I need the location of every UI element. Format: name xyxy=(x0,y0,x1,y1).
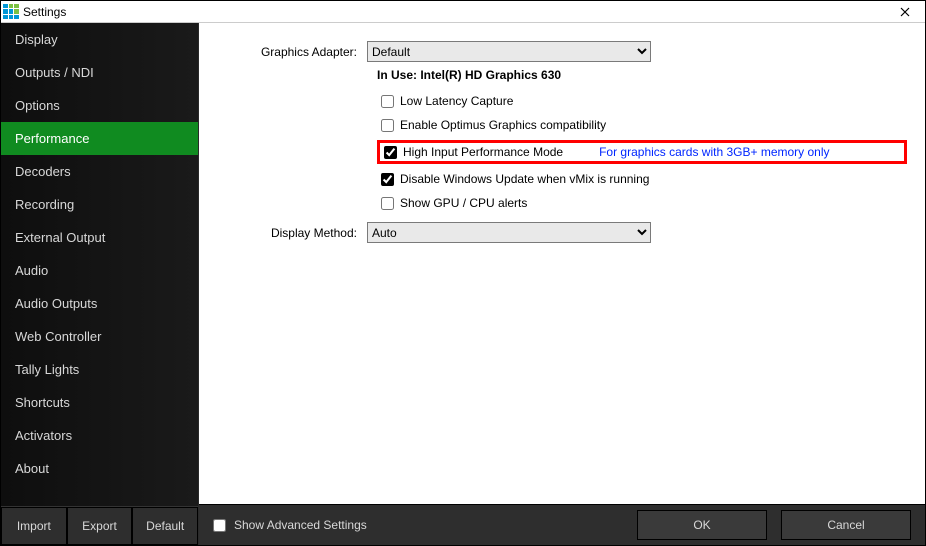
export-button[interactable]: Export xyxy=(67,507,133,545)
advanced-settings-group: Show Advanced Settings xyxy=(213,518,367,532)
show-alerts-checkbox[interactable] xyxy=(381,197,394,210)
high-input-hint: For graphics cards with 3GB+ memory only xyxy=(599,145,829,159)
app-icon xyxy=(3,4,19,20)
disable-update-label: Disable Windows Update when vMix is runn… xyxy=(400,172,649,186)
row-optimus: Enable Optimus Graphics compatibility xyxy=(377,116,907,134)
advanced-settings-label: Show Advanced Settings xyxy=(234,518,367,532)
ok-button[interactable]: OK xyxy=(637,510,767,540)
cancel-button[interactable]: Cancel xyxy=(781,510,911,540)
close-button[interactable] xyxy=(885,1,925,23)
optimus-label: Enable Optimus Graphics compatibility xyxy=(400,118,606,132)
sidebar-item-tally-lights[interactable]: Tally Lights xyxy=(1,353,198,386)
sidebar-item-recording[interactable]: Recording xyxy=(1,188,198,221)
disable-update-checkbox[interactable] xyxy=(381,173,394,186)
sidebar-item-external-output[interactable]: External Output xyxy=(1,221,198,254)
high-input-checkbox[interactable] xyxy=(384,146,397,159)
row-disable-update: Disable Windows Update when vMix is runn… xyxy=(377,170,907,188)
in-use-text: In Use: Intel(R) HD Graphics 630 xyxy=(377,68,907,82)
sidebar-items: Display Outputs / NDI Options Performanc… xyxy=(1,23,198,506)
bottom-bar: Show Advanced Settings OK Cancel xyxy=(199,504,925,545)
row-low-latency: Low Latency Capture xyxy=(377,92,907,110)
import-button[interactable]: Import xyxy=(1,507,67,545)
window-title: Settings xyxy=(23,5,66,19)
show-alerts-label: Show GPU / CPU alerts xyxy=(400,196,527,210)
settings-window: Settings Display Outputs / NDI Options P… xyxy=(0,0,926,546)
advanced-settings-checkbox[interactable] xyxy=(213,519,226,532)
row-display-method: Display Method: Auto xyxy=(217,222,907,243)
low-latency-label: Low Latency Capture xyxy=(400,94,513,108)
main-content: Graphics Adapter: Default In Use: Intel(… xyxy=(199,23,925,504)
sidebar-item-shortcuts[interactable]: Shortcuts xyxy=(1,386,198,419)
sidebar-item-audio-outputs[interactable]: Audio Outputs xyxy=(1,287,198,320)
main-panel: Graphics Adapter: Default In Use: Intel(… xyxy=(199,23,925,545)
sidebar-item-decoders[interactable]: Decoders xyxy=(1,155,198,188)
high-input-label: High Input Performance Mode xyxy=(403,145,563,159)
label-graphics-adapter: Graphics Adapter: xyxy=(217,45,367,59)
optimus-checkbox[interactable] xyxy=(381,119,394,132)
row-high-input-performance: High Input Performance Mode For graphics… xyxy=(377,140,907,164)
sidebar-item-about[interactable]: About xyxy=(1,452,198,485)
in-use-prefix: In Use: xyxy=(377,68,420,82)
sidebar-item-outputs-ndi[interactable]: Outputs / NDI xyxy=(1,56,198,89)
in-use-value: Intel(R) HD Graphics 630 xyxy=(420,68,561,82)
sidebar-item-audio[interactable]: Audio xyxy=(1,254,198,287)
sidebar-item-options[interactable]: Options xyxy=(1,89,198,122)
sidebar-footer: Import Export Default xyxy=(1,506,198,545)
sidebar-item-display[interactable]: Display xyxy=(1,23,198,56)
sidebar-item-web-controller[interactable]: Web Controller xyxy=(1,320,198,353)
sidebar-item-activators[interactable]: Activators xyxy=(1,419,198,452)
close-icon xyxy=(900,7,910,17)
sidebar: Display Outputs / NDI Options Performanc… xyxy=(1,23,199,545)
label-display-method: Display Method: xyxy=(217,226,367,240)
body-area: Display Outputs / NDI Options Performanc… xyxy=(1,23,925,545)
titlebar: Settings xyxy=(1,1,925,23)
graphics-adapter-select[interactable]: Default xyxy=(367,41,651,62)
display-method-select[interactable]: Auto xyxy=(367,222,651,243)
default-button[interactable]: Default xyxy=(132,507,198,545)
low-latency-checkbox[interactable] xyxy=(381,95,394,108)
row-graphics-adapter: Graphics Adapter: Default xyxy=(217,41,907,62)
sidebar-item-performance[interactable]: Performance xyxy=(1,122,198,155)
row-show-alerts: Show GPU / CPU alerts xyxy=(377,194,907,212)
